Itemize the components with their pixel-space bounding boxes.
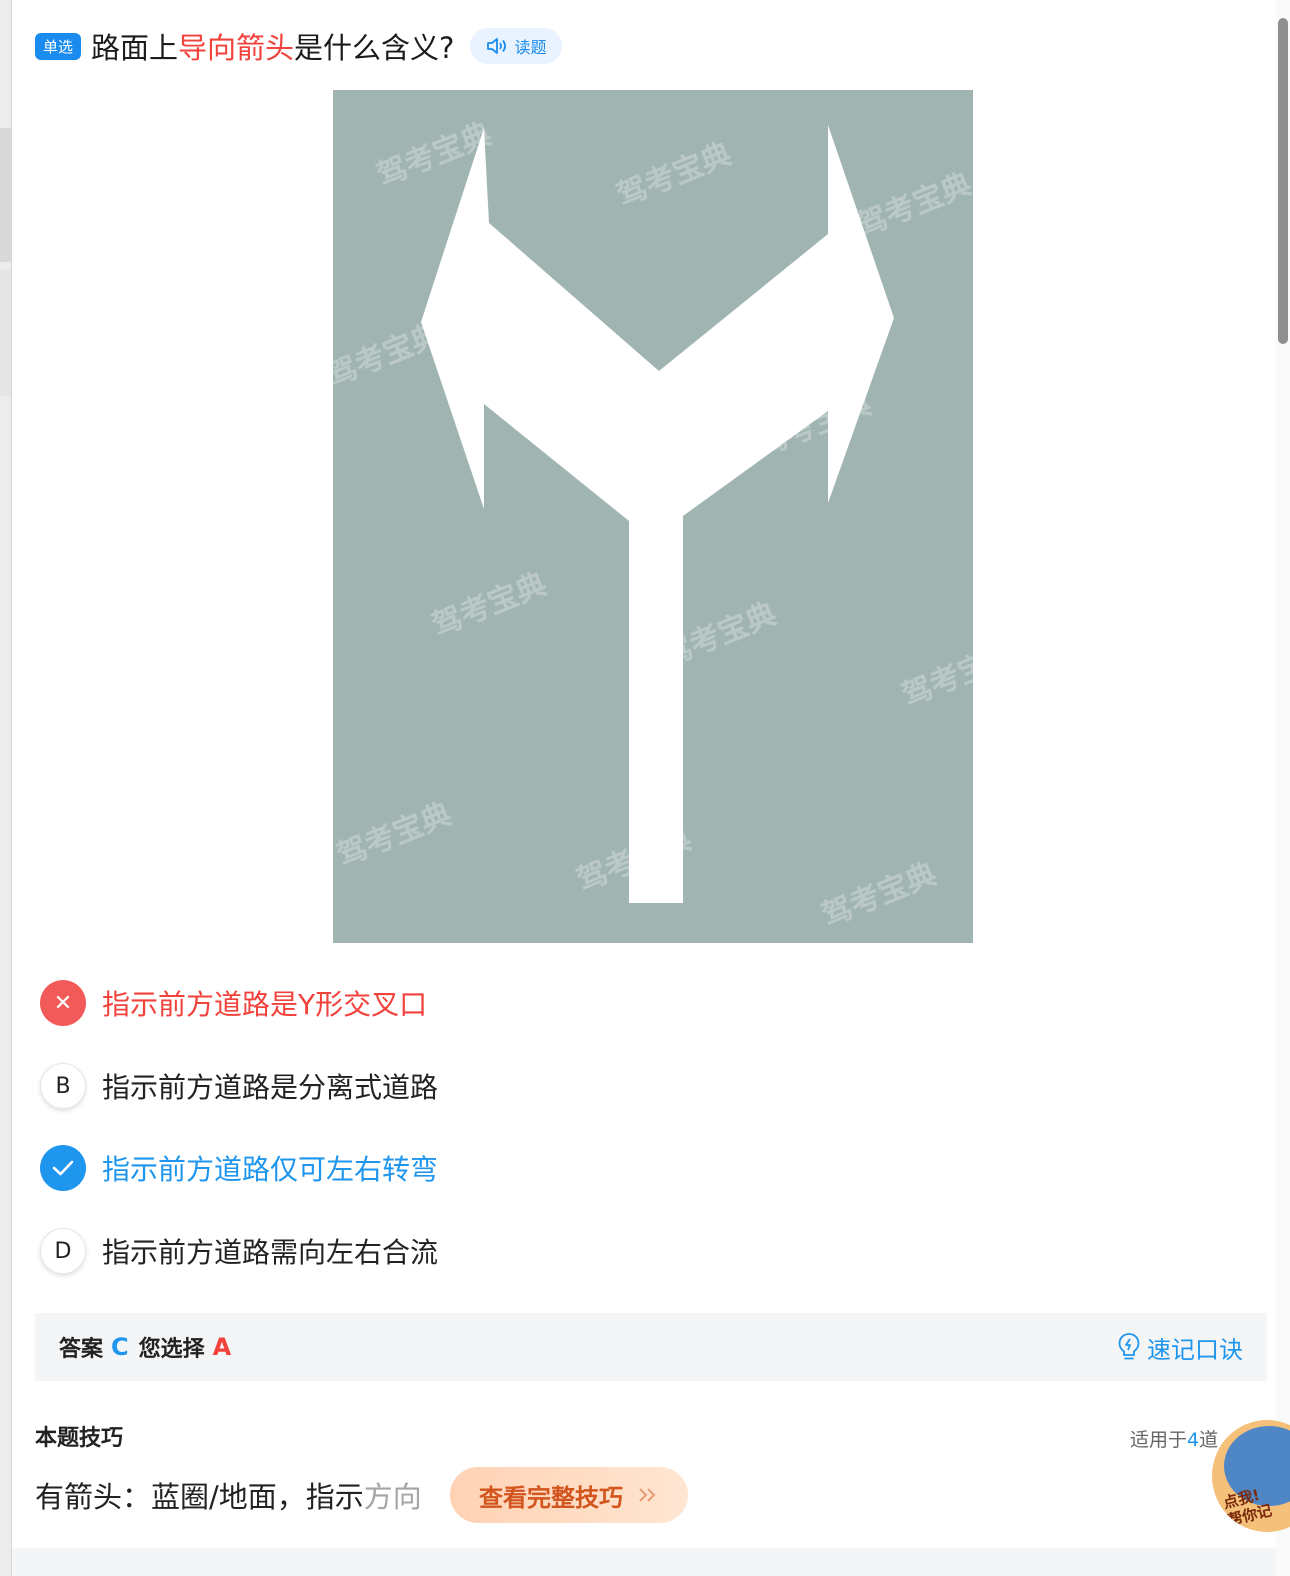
option-b[interactable]: B 指示前方道路是分离式道路 — [40, 1061, 438, 1111]
question-title: 路面上导向箭头是什么含义? — [91, 31, 455, 65]
bottom-divider — [12, 1548, 1276, 1576]
left-right-turn-arrow-icon — [421, 125, 894, 903]
left-window-edge — [0, 0, 12, 1576]
question-type-badge: 单选 — [35, 32, 82, 60]
read-question-button[interactable]: 读题 — [470, 28, 563, 64]
assistant-avatar[interactable]: 点我! 帮你记 — [1212, 1420, 1290, 1532]
chosen-label: 您选择 — [138, 1337, 205, 1362]
lightbulb-icon — [1118, 1333, 1140, 1360]
question-header: 单选 路面上导向箭头是什么含义? 读题 — [35, 26, 563, 66]
answer-bar: 答案 C 您选择 A 速记口诀 — [35, 1313, 1267, 1381]
check-mark-icon — [40, 1145, 86, 1191]
view-full-tips-label: 查看完整技巧 — [479, 1483, 623, 1512]
option-c-text: 指示前方道路仅可左右转弯 — [102, 1153, 439, 1186]
tips-title: 本题技巧 — [35, 1426, 124, 1451]
double-chevron-right-icon — [639, 1488, 656, 1502]
option-d-letter: D — [40, 1228, 86, 1274]
road-marking-image: 驾考宝典 驾考宝典 驾考宝典 驾考宝典 驾考宝典 驾考宝典 驾考宝典 驾考宝典 … — [333, 90, 973, 943]
chosen-value: A — [212, 1333, 232, 1361]
scrollbar[interactable] — [1276, 0, 1290, 1576]
option-c[interactable]: 指示前方道路仅可左右转弯 — [40, 1143, 438, 1193]
option-b-text: 指示前方道路是分离式道路 — [102, 1071, 439, 1104]
tips-applies: 适用于4道 — [1130, 1429, 1219, 1451]
read-question-label: 读题 — [514, 38, 547, 57]
answer-label: 答案 — [59, 1337, 104, 1362]
wrong-mark-icon: ✕ — [40, 980, 86, 1026]
mnemonic-label: 速记口诀 — [1147, 1335, 1243, 1364]
speaker-icon — [487, 38, 507, 54]
view-full-tips-button[interactable]: 查看完整技巧 — [450, 1467, 688, 1523]
tips-body: 有箭头：蓝圈/地面，指示方向 — [35, 1480, 422, 1514]
option-d[interactable]: D 指示前方道路需向左右合流 — [40, 1226, 438, 1276]
answer-value: C — [111, 1333, 129, 1361]
option-b-letter: B — [40, 1063, 86, 1109]
option-a-text: 指示前方道路是Y形交叉口 — [102, 988, 428, 1021]
scrollbar-thumb[interactable] — [1278, 18, 1288, 344]
option-d-text: 指示前方道路需向左右合流 — [102, 1236, 439, 1269]
mnemonic-button[interactable]: 速记口诀 — [1117, 1330, 1243, 1365]
option-a[interactable]: ✕ 指示前方道路是Y形交叉口 — [40, 978, 427, 1028]
